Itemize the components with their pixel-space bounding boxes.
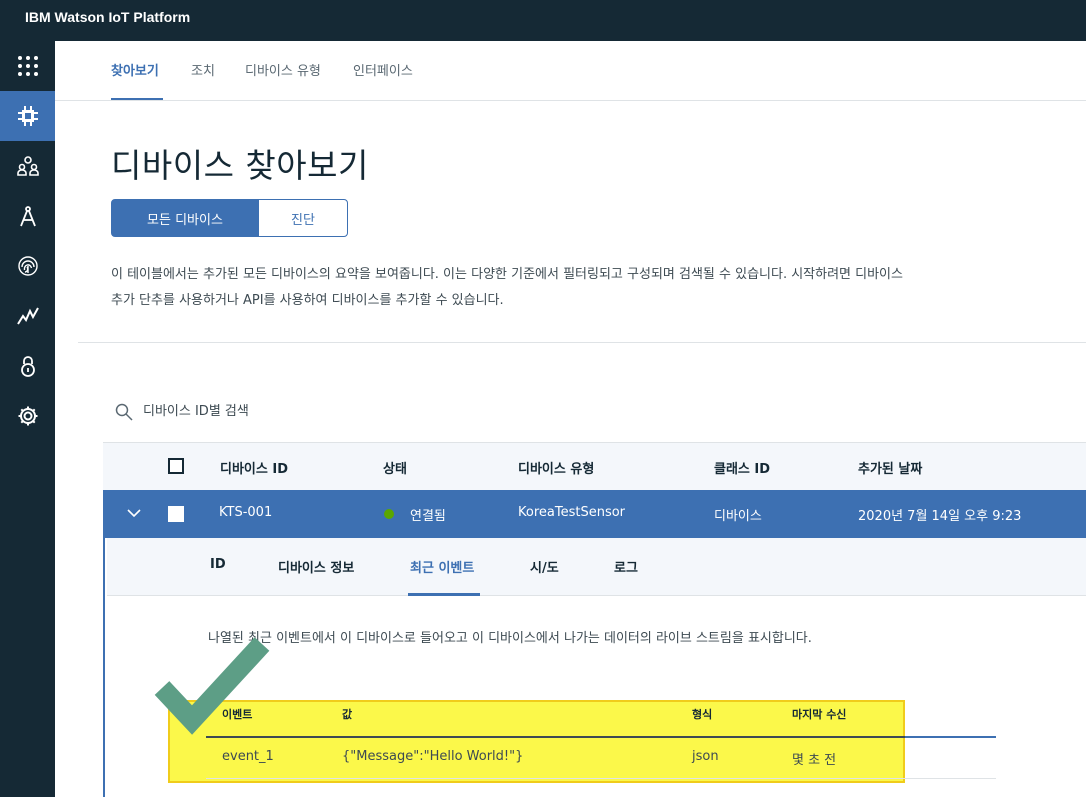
detail-tab-location[interactable]: 시/도: [530, 557, 559, 576]
section-divider: [78, 342, 1086, 343]
sidebar-item-rules[interactable]: [0, 191, 55, 241]
checkmark-icon: [154, 637, 270, 735]
usage-chart-icon: [16, 307, 39, 325]
events-header-divider: [206, 736, 996, 738]
device-search: [112, 398, 512, 424]
sidebar-item-apps[interactable]: [0, 41, 55, 91]
column-header-date-added[interactable]: 추가된 날짜: [858, 458, 922, 477]
events-header-last-received: 마지막 수신: [792, 708, 847, 721]
table-row[interactable]: KTS-001 연결됨 KoreaTestSensor 디바이스 2020년 7…: [103, 490, 1086, 538]
cell-class-id: 디바이스: [714, 509, 762, 524]
device-table-header: 디바이스 ID 상태 디바이스 유형 클래스 ID 추가된 날짜: [103, 442, 1086, 490]
compass-icon: [19, 206, 36, 227]
tab-device-types[interactable]: 디바이스 유형: [245, 60, 321, 79]
app-title[interactable]: IBM Watson IoT Platform: [25, 9, 190, 25]
cell-device-type: KoreaTestSensor: [518, 505, 626, 520]
top-bar: IBM Watson IoT Platform: [0, 0, 1086, 41]
column-header-device-type[interactable]: 디바이스 유형: [518, 458, 594, 477]
tab-actions[interactable]: 조치: [191, 60, 215, 79]
sidebar-item-security[interactable]: [0, 341, 55, 391]
detail-tab-device-info[interactable]: 디바이스 정보: [278, 557, 354, 576]
sidebar-item-settings[interactable]: [0, 391, 55, 441]
column-header-status[interactable]: 상태: [383, 458, 407, 477]
chip-icon: [17, 106, 38, 126]
tab-explore[interactable]: 찾아보기: [111, 60, 159, 79]
select-all-checkbox[interactable]: [168, 458, 184, 474]
chevron-down-icon[interactable]: [127, 508, 141, 518]
detail-tab-recent-events[interactable]: 최근 이벤트: [410, 557, 474, 576]
row-checkbox[interactable]: [168, 506, 184, 522]
detail-tab-id[interactable]: ID: [210, 557, 226, 572]
active-detail-tab-indicator: [408, 593, 480, 596]
all-devices-button[interactable]: 모든 디바이스: [111, 199, 259, 237]
settings-gear-icon: [18, 406, 37, 426]
events-header-divider-accent: [905, 736, 996, 738]
event-cell-value: {"Message":"Hello World!"}: [342, 749, 524, 764]
members-icon: [16, 156, 39, 176]
page-title: 디바이스 찾아보기: [111, 146, 369, 185]
fingerprint-icon: [17, 256, 38, 276]
connected-status-icon: [384, 509, 394, 519]
recent-events-description: 나열된 최근 이벤트에서 이 디바이스로 들어오고 이 디바이스에서 나가는 데…: [208, 631, 812, 646]
search-input[interactable]: [143, 399, 503, 423]
column-header-class-id[interactable]: 클래스 ID: [714, 458, 770, 477]
sidebar: [0, 41, 55, 797]
events-row-divider: [206, 778, 996, 779]
diagnose-button[interactable]: 진단: [258, 199, 348, 237]
detail-tab-logs[interactable]: 로그: [614, 557, 638, 576]
detail-tabs: ID 디바이스 정보 최근 이벤트 시/도 로그: [107, 538, 1086, 596]
event-cell-last-received: 몇 초 전: [792, 753, 837, 768]
events-header-format: 형식: [692, 708, 713, 721]
cell-status: 연결됨: [410, 509, 446, 524]
cell-device-id: KTS-001: [219, 505, 273, 520]
event-cell-format: json: [692, 749, 719, 764]
security-lock-icon: [20, 356, 35, 377]
sidebar-item-members[interactable]: [0, 141, 55, 191]
apps-grid-icon: [17, 56, 38, 76]
tab-interfaces[interactable]: 인터페이스: [353, 60, 413, 79]
cell-date-added: 2020년 7월 14일 오후 9:23: [858, 509, 1022, 524]
sidebar-item-usage[interactable]: [0, 291, 55, 341]
tabs-divider: [55, 100, 1086, 101]
events-header-value: 값: [342, 708, 353, 721]
page-description: 이 테이블에서는 추가된 모든 디바이스의 요약을 보여줍니다. 이는 다양한 …: [111, 267, 903, 308]
column-header-device-id[interactable]: 디바이스 ID: [220, 458, 288, 477]
sidebar-item-devices[interactable]: [0, 91, 55, 141]
search-icon: [115, 403, 133, 421]
sidebar-item-identity[interactable]: [0, 241, 55, 291]
